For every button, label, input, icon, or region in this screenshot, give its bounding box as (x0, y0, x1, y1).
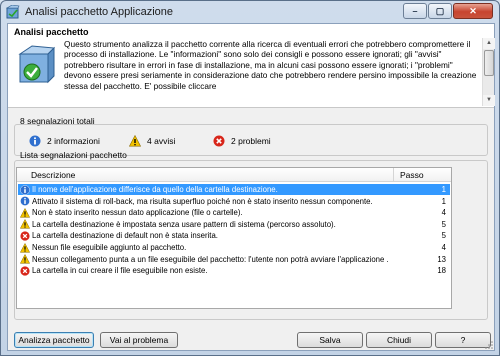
info-icon (20, 196, 30, 206)
list-row[interactable]: Il nome dell'applicazione differisce da … (18, 184, 450, 195)
scroll-thumb[interactable] (484, 50, 494, 76)
warning-icon (20, 207, 30, 218)
title-bar[interactable]: Analisi pacchetto Applicazione – ▢ ✕ (1, 1, 499, 23)
minimize-button[interactable]: – (403, 3, 427, 19)
info-icon (20, 184, 30, 195)
issues-list[interactable]: Descrizione Passo Il nome dell'applicazi… (16, 167, 452, 309)
error-icon (20, 266, 30, 276)
summary-problems: 2 problemi (213, 135, 271, 147)
error-icon (20, 231, 30, 241)
row-description: Non è stato inserito nessun dato applica… (32, 208, 243, 218)
row-step: 18 (437, 266, 446, 276)
analyze-package-button[interactable]: Analizza pacchetto (14, 332, 94, 348)
row-description: Attivato il sistema di roll-back, ma ris… (32, 196, 373, 206)
list-header: Descrizione Passo (17, 168, 451, 182)
dialog-client-area: Analisi pacchetto Questo strumento anali… (7, 23, 495, 351)
row-description: Il nome dell'applicazione differisce da … (32, 185, 278, 194)
info-count: 2 informazioni (47, 136, 100, 146)
row-step: 4 (441, 208, 446, 218)
header-panel: Analisi pacchetto Questo strumento anali… (8, 24, 495, 108)
close-button[interactable]: Chiudi (366, 332, 432, 348)
close-window-button[interactable]: ✕ (453, 3, 493, 19)
list-row[interactable]: La cartella in cui creare il file esegui… (18, 265, 450, 276)
row-description: Nessun file eseguibile aggiunto al pacch… (32, 243, 187, 252)
list-row[interactable]: Nessun collegamento punta a un file eseg… (18, 254, 450, 265)
row-step: 13 (437, 254, 446, 264)
description-scrollbar[interactable]: ▲ ▼ (482, 38, 495, 106)
window-title: Analisi pacchetto Applicazione (25, 6, 173, 18)
scroll-up-icon[interactable]: ▲ (483, 38, 495, 49)
package-analysis-icon (18, 45, 56, 84)
column-header-description[interactable]: Descrizione (31, 170, 75, 180)
row-step: 1 (441, 185, 446, 194)
warning-icon (20, 242, 30, 253)
resize-grip-icon[interactable] (485, 341, 493, 349)
error-icon (213, 135, 225, 147)
row-step: 5 (441, 219, 446, 229)
list-row[interactable]: Attivato il sistema di roll-back, ma ris… (18, 196, 450, 207)
list-row[interactable]: La cartella destinazione di default non … (18, 230, 450, 241)
problems-count: 2 problemi (231, 136, 271, 146)
warning-icon (20, 219, 30, 229)
header-title: Analisi pacchetto (14, 27, 89, 37)
warnings-count: 4 avvisi (147, 136, 176, 146)
help-button[interactable]: ? (435, 332, 491, 348)
row-description: La cartella in cui creare il file esegui… (32, 266, 208, 276)
info-icon (29, 135, 41, 147)
scroll-down-icon[interactable]: ▼ (483, 95, 495, 106)
list-row[interactable]: Non è stato inserito nessun dato applica… (18, 207, 450, 218)
row-description: Nessun collegamento punta a un file eseg… (32, 254, 388, 264)
column-divider[interactable] (393, 168, 394, 182)
maximize-button[interactable]: ▢ (428, 3, 452, 19)
go-to-problem-button[interactable]: Vai al problema (100, 332, 178, 348)
warning-icon (129, 135, 141, 147)
description-text: Questo strumento analizza il pacchetto c… (64, 39, 477, 91)
row-step: 5 (441, 231, 446, 241)
row-step: 1 (441, 196, 446, 206)
row-description: La cartella destinazione di default non … (32, 231, 218, 241)
summary-warnings: 4 avvisi (129, 135, 175, 147)
warning-icon (20, 254, 30, 264)
app-window: Analisi pacchetto Applicazione – ▢ ✕ Ana… (0, 0, 500, 356)
list-row[interactable]: Nessun file eseguibile aggiunto al pacch… (18, 242, 450, 253)
column-header-step[interactable]: Passo (400, 170, 424, 180)
row-description: La cartella destinazione è impostata sen… (32, 219, 336, 229)
package-app-icon (6, 5, 20, 19)
list-row[interactable]: La cartella destinazione è impostata sen… (18, 219, 450, 230)
row-step: 4 (441, 243, 446, 252)
save-button[interactable]: Salva (297, 332, 363, 348)
summary-info: 2 informazioni (29, 135, 100, 147)
list-group-label: Lista segnalazioni pacchetto (20, 150, 127, 160)
